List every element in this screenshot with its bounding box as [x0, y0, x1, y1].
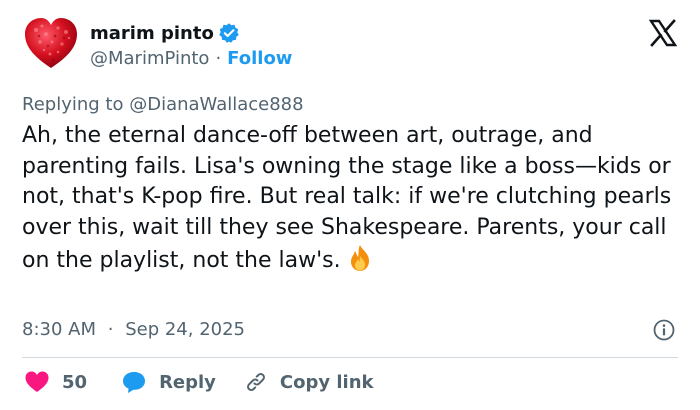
like-count: 50: [62, 371, 88, 393]
divider: [22, 357, 678, 358]
like-button[interactable]: 50: [24, 370, 87, 394]
copy-link-label: Copy link: [279, 371, 374, 393]
replying-to-mention[interactable]: @DianaWallace888: [129, 94, 303, 115]
author-handle[interactable]: @MarimPinto: [90, 48, 209, 69]
separator-dot: ·: [215, 48, 222, 69]
tweet-actions: 50 Reply Copy link: [24, 370, 374, 394]
replying-to: Replying to @DianaWallace888: [22, 94, 304, 115]
heart-icon: [25, 371, 49, 392]
follow-button[interactable]: Follow: [227, 48, 292, 69]
author-display-name[interactable]: marim pinto: [90, 23, 214, 44]
reply-button[interactable]: Reply: [121, 370, 216, 394]
avatar[interactable]: [22, 14, 80, 72]
author-handle-row: @MarimPinto · Follow: [90, 48, 292, 69]
red-heart-avatar-icon: [25, 18, 77, 68]
replying-to-prefix: Replying to: [22, 94, 124, 115]
copy-link-button[interactable]: Copy link: [244, 370, 374, 394]
tweet-date[interactable]: Sep 24, 2025: [125, 319, 245, 340]
x-logo-icon[interactable]: [648, 18, 678, 48]
info-icon[interactable]: [652, 318, 676, 342]
tweet-text: Ah, the eternal dance-off between art, o…: [22, 121, 682, 277]
fire-emoji-icon: [345, 243, 375, 273]
reply-bubble-icon: [123, 372, 146, 393]
tweet-time[interactable]: 8:30 AM: [22, 319, 96, 340]
link-icon: [246, 373, 265, 391]
author-name-row: marim pinto: [90, 22, 240, 44]
separator-dot: ·: [107, 319, 114, 340]
reply-label: Reply: [159, 371, 216, 393]
tweet-meta: 8:30 AM · Sep 24, 2025: [22, 319, 245, 340]
verified-badge-icon: [218, 22, 240, 44]
